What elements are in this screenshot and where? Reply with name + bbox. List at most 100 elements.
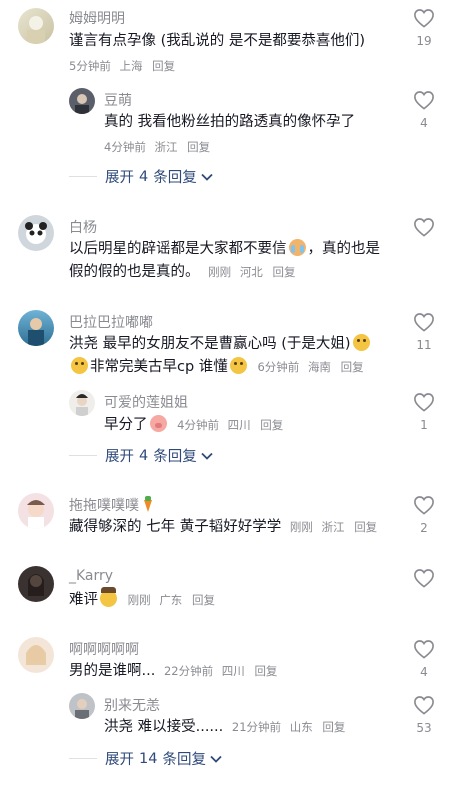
comment-text-part: ，真的也是 [307,241,381,257]
crying-emoji-icon [288,239,306,256]
pig-emoji-icon [149,415,167,432]
reply-button[interactable]: 回复 [152,59,175,73]
expand-count: 4 [139,447,149,464]
reply-text: 真的 我看他粉丝拍的路透真的像怀孕了 [104,114,356,130]
avatar[interactable] [69,693,95,719]
comment-text-part: 藏得够深的 七年 黄子韬好好学学 [69,519,282,535]
reply-author[interactable]: 别来无恙 [104,695,160,715]
like-button[interactable] [410,217,438,237]
like-count: 11 [416,338,432,352]
comment-author[interactable]: 啊啊啊啊啊 [69,639,139,659]
like-count: 1 [420,418,428,432]
reply-button[interactable]: 回复 [192,593,215,607]
reply-meta: 4分钟前 浙江 回复 [104,139,210,155]
reply-location: 浙江 [154,140,178,154]
expand-suffix: 条回复 [153,170,197,186]
comment-author[interactable]: 姆姆明明 [69,8,125,28]
like-count: 2 [420,521,428,535]
like-button[interactable]: 4 [410,639,438,679]
reply-button[interactable]: 回复 [341,360,364,374]
smile-emoji-icon [71,357,88,374]
heart-outline-icon [414,9,434,28]
expand-replies-button[interactable]: 展开 4 条回复 [69,166,213,187]
like-button[interactable]: 2 [410,495,438,535]
comment-text: 以后明星的辟谣都是大家都不要信 ，真的也是 [69,238,380,261]
avatar[interactable] [18,637,54,673]
reply-button[interactable]: 回复 [322,720,345,734]
comment-text-part: 洪尧 最早的女朋友不是曹赢心吗 (于是大姐) [69,336,351,352]
reply-author[interactable]: 豆萌 [104,90,132,110]
comment-text-line2: 假的假的也是真的。 刚刚 河北 回复 [69,261,295,284]
heart-outline-icon [414,696,434,715]
expand-prefix: 展开 [105,449,134,465]
expand-suffix: 条回复 [153,449,197,465]
comment-text-line2: 非常完美古早cp 谁懂 6分钟前 海南 回复 [69,356,364,379]
comment-time: 刚刚 [289,520,313,534]
heart-outline-icon [414,313,434,332]
comment-author[interactable]: 白杨 [69,217,97,237]
comment-text-part: 非常完美古早cp 谁懂 [90,359,228,375]
comment-text: 男的是谁啊... 22分钟前 四川 回复 [69,660,277,683]
comment-feed: 姆姆明明 谨言有点孕像 (我乱说的 是不是都要恭喜他们) 5分钟前 上海 回复 … [0,0,450,787]
reply-text: 早分了 4分钟前 四川 回复 [104,414,283,437]
like-button[interactable] [410,568,438,588]
comment-text-part: 假的假的也是真的。 [69,264,200,280]
like-button[interactable]: 19 [410,8,438,48]
like-button[interactable]: 11 [410,312,438,352]
smile-emoji-icon [229,357,247,374]
hat-emoji-icon [100,587,117,607]
reply-author[interactable]: 可爱的莲姐姐 [104,392,188,412]
carrot-icon [142,496,152,512]
expand-replies-button[interactable]: 展开 4 条回复 [69,445,213,466]
comment-time: 刚刚 [208,265,232,279]
divider [69,176,97,177]
reply-button[interactable]: 回复 [187,140,210,154]
avatar[interactable] [69,88,95,114]
like-button[interactable]: 53 [410,695,438,735]
comment-author[interactable]: _Karry [69,568,113,584]
comment-time: 刚刚 [127,593,151,607]
avatar[interactable] [18,310,54,346]
reply-button[interactable]: 回复 [260,418,283,432]
comment-text-part: 以后明星的辟谣都是大家都不要信 [69,241,287,257]
comment-meta: 5分钟前 上海 回复 [69,58,175,74]
heart-outline-icon [414,218,434,237]
comment-author[interactable]: 拖拖噗噗噗 [69,495,152,515]
avatar[interactable] [18,215,54,251]
avatar[interactable] [18,493,54,529]
expand-replies-button[interactable]: 展开 14 条回复 [69,748,222,769]
comment-text: 难评 刚刚 广东 回复 [69,587,215,612]
comment-time: 6分钟前 [257,360,300,374]
expand-suffix: 条回复 [162,752,206,768]
like-count: 53 [416,721,432,735]
heart-outline-icon [414,640,434,659]
comment-text-part: 难评 [69,592,98,608]
reply-location: 四川 [227,418,251,432]
like-button[interactable]: 4 [410,90,438,130]
divider [69,758,97,759]
comment-author[interactable]: 巴拉巴拉嘟嘟 [69,312,153,332]
avatar[interactable] [18,8,54,44]
comment-location: 上海 [119,59,143,73]
smile-emoji-icon [352,334,370,351]
reply-text: 洪尧 难以接受...... 21分钟前 山东 回复 [104,716,345,739]
like-count: 4 [420,665,428,679]
avatar[interactable] [18,566,54,602]
comment-location: 海南 [307,360,331,374]
expand-count: 4 [139,168,149,185]
comment-location: 广东 [159,593,183,607]
heart-outline-icon [414,393,434,412]
expand-prefix: 展开 [105,170,134,186]
reply-button[interactable]: 回复 [272,265,295,279]
like-button[interactable]: 1 [410,392,438,432]
reply-button[interactable]: 回复 [254,664,277,678]
comment-text: 洪尧 最早的女朋友不是曹赢心吗 (于是大姐) [69,333,372,356]
expand-count: 14 [139,750,158,767]
chevron-down-icon [210,755,222,763]
chevron-down-icon [201,452,213,460]
reply-button[interactable]: 回复 [354,520,377,534]
reply-time: 4分钟前 [104,140,146,154]
avatar[interactable] [69,390,95,416]
comment-text-part: 男的是谁啊... [69,663,156,679]
comment-text: 藏得够深的 七年 黄子韬好好学学 刚刚 浙江 回复 [69,516,377,539]
